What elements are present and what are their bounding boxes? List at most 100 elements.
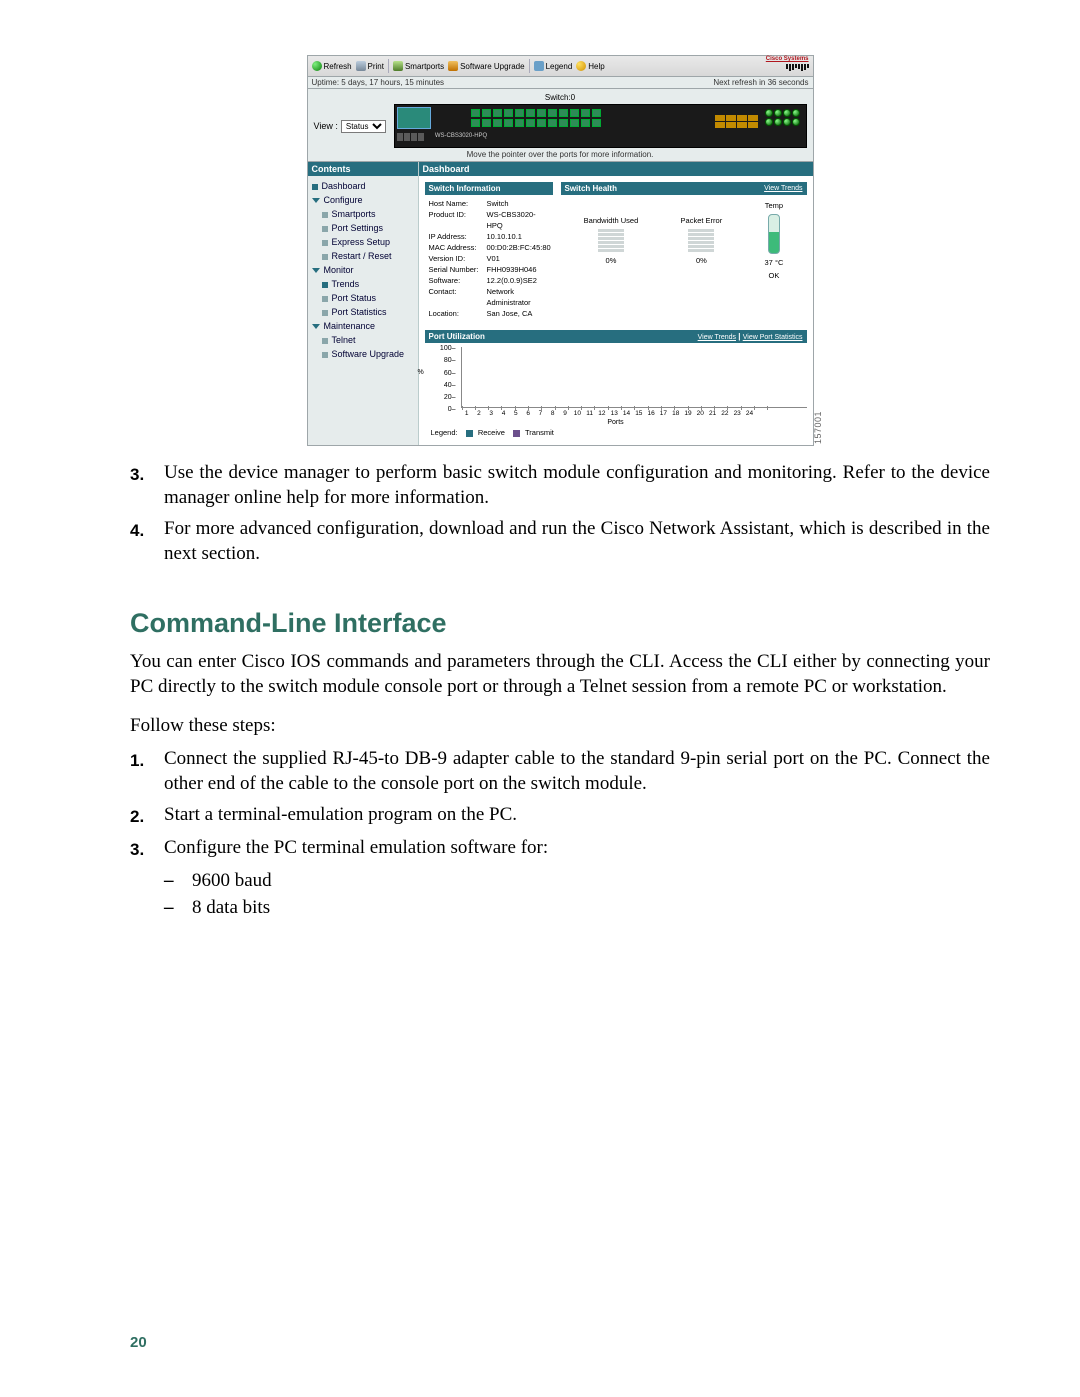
pu-view-stats-link[interactable]: View Port Statistics [743, 334, 803, 341]
switch-index-label: Switch:0 [314, 93, 807, 102]
chart-legend: Legend: Receive Transmit [425, 426, 807, 439]
bullet-icon [322, 352, 328, 358]
mode-buttons[interactable] [397, 131, 429, 141]
device-manager-figure: Refresh Print Smartports Software Upgrad… [130, 55, 990, 446]
nav-item[interactable]: Monitor [312, 263, 414, 277]
item-number: 3. [130, 835, 164, 862]
view-label: View : [314, 121, 338, 131]
smartports-label: Smartports [405, 62, 444, 71]
switch-health-header: Switch Health View Trends [561, 182, 807, 195]
port-utilization-header: Port Utilization View Trends | View Port… [425, 330, 807, 343]
refresh-icon [312, 61, 322, 71]
pu-view-trends-link[interactable]: View Trends [698, 334, 736, 341]
nav-item[interactable]: Maintenance [312, 319, 414, 333]
refresh-label: Refresh [324, 62, 352, 71]
info-value: 10.10.10.1 [487, 231, 551, 242]
temp-value: 37 °C [765, 258, 784, 267]
item-number: 3. [130, 460, 164, 510]
list-item: 3. Configure the PC terminal emulation s… [130, 835, 990, 862]
model-id-label: WS-CBS3020-HPQ [435, 133, 735, 139]
list-item-3: 3. Use the device manager to perform bas… [130, 460, 990, 510]
item-number: 2. [130, 802, 164, 829]
nav-item[interactable]: Port Status [312, 291, 414, 305]
gbic-leds [765, 109, 800, 126]
status-bar: Uptime: 5 days, 17 hours, 15 minutes Nex… [308, 77, 813, 89]
view-dropdown[interactable]: Status [341, 120, 386, 133]
follow-steps-text: Follow these steps: [130, 713, 990, 738]
sub-item-text: 8 data bits [192, 895, 270, 920]
chevron-down-icon [312, 324, 320, 329]
item-text: Start a terminal-emulation program on th… [164, 802, 990, 829]
device-view-area: Switch:0 View : Status [308, 89, 813, 162]
switch-information-panel: Switch Information Host Name:SwitchProdu… [425, 182, 553, 322]
dash-bullet: – [164, 895, 192, 920]
info-value: San Jose, CA [487, 308, 551, 319]
nav-item-label: Telnet [332, 335, 356, 345]
nav-item[interactable]: Express Setup [312, 235, 414, 249]
refresh-button[interactable]: Refresh [312, 61, 352, 71]
view-selector[interactable]: View : Status [314, 120, 386, 133]
nav-item[interactable]: Dashboard [312, 179, 414, 193]
nav-item[interactable]: Port Statistics [312, 305, 414, 319]
bullet-icon [322, 226, 328, 232]
nav-item[interactable]: Port Settings [312, 221, 414, 235]
bullet-icon [322, 254, 328, 260]
nav-header: Contents [308, 162, 418, 176]
print-button[interactable]: Print [356, 61, 384, 71]
info-value: Network Administrator [487, 286, 551, 308]
software-upgrade-button[interactable]: Software Upgrade [448, 61, 524, 71]
info-key: MAC Address: [429, 242, 483, 253]
sub-item-text: 9600 baud [192, 868, 272, 893]
uptime-text: Uptime: 5 days, 17 hours, 15 minutes [312, 78, 445, 87]
help-label: Help [588, 62, 604, 71]
chart-x-ticks [462, 406, 781, 410]
port-grid[interactable] [471, 109, 601, 127]
bandwidth-value: 0% [606, 256, 617, 265]
smartports-icon [393, 61, 403, 71]
cli-intro-paragraph: You can enter Cisco IOS commands and par… [130, 649, 990, 699]
nav-item[interactable]: Smartports [312, 207, 414, 221]
chart-x-title: Ports [425, 419, 807, 426]
nav-item-label: Trends [332, 279, 360, 289]
view-trends-link[interactable]: View Trends [764, 185, 802, 192]
legend-button[interactable]: Legend [534, 61, 573, 71]
pointer-hint-text: Move the pointer over the ports for more… [314, 150, 807, 159]
item-number: 1. [130, 746, 164, 796]
dash-bullet: – [164, 868, 192, 893]
nav-item[interactable]: Configure [312, 193, 414, 207]
nav-item-label: Smartports [332, 209, 376, 219]
help-button[interactable]: Help [576, 61, 604, 71]
chart-x-labels: 123456789101112131415161718192021222324 [461, 410, 807, 417]
nav-item[interactable]: Restart / Reset [312, 249, 414, 263]
item-text: Configure the PC terminal emulation soft… [164, 835, 990, 862]
port-utilization-chart: % 100–80–60–40–20–0– [461, 347, 807, 408]
legend-receive-swatch [466, 430, 473, 437]
cisco-brand: Cisco Systems [766, 56, 809, 71]
uplink-ports[interactable] [715, 115, 758, 128]
sub-list-item: – 9600 baud [164, 868, 990, 893]
info-key: Serial Number: [429, 264, 483, 275]
info-key: Software: [429, 275, 483, 286]
temp-label: Temp [765, 201, 783, 210]
switch-front-panel[interactable]: WS-CBS3020-HPQ [394, 104, 807, 148]
cisco-logo-icon [766, 64, 809, 71]
dashboard-header: Dashboard [419, 162, 813, 176]
nav-item-label: Dashboard [322, 181, 366, 191]
ordered-list-continuation: 3. Use the device manager to perform bas… [130, 460, 990, 566]
nav-item[interactable]: Software Upgrade [312, 347, 414, 361]
main-area: Contents Dashboard Configure Smartports Por… [308, 162, 813, 445]
smartports-button[interactable]: Smartports [393, 61, 444, 71]
packet-error-label: Packet Error [681, 216, 723, 225]
bandwidth-label: Bandwidth Used [584, 216, 639, 225]
info-key: Location: [429, 308, 483, 319]
next-refresh-text: Next refresh in 36 seconds [713, 78, 808, 87]
nav-sidebar: Contents Dashboard Configure Smartports Por… [308, 162, 419, 445]
nav-item-label: Express Setup [332, 237, 391, 247]
thermometer-icon [768, 214, 780, 254]
chart-y-labels: 100–80–60–40–20–0– [432, 343, 456, 417]
help-icon [576, 61, 586, 71]
nav-item[interactable]: Telnet [312, 333, 414, 347]
nav-item[interactable]: Trends [312, 277, 414, 291]
info-value: FHH0939H046 [487, 264, 551, 275]
temp-gauge: Temp 37 °C OK [765, 201, 784, 280]
